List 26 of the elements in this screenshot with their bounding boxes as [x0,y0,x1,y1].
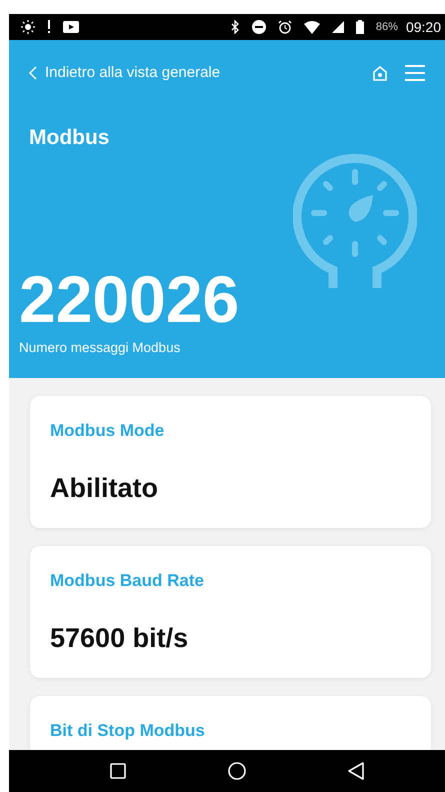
brightness-icon [21,20,35,34]
card-label: Modbus Baud Rate [50,570,205,592]
bluetooth-icon [230,20,240,34]
chevron-left-icon [29,66,37,80]
card-label: Modbus Mode [50,420,166,442]
video-icon [63,21,79,33]
card-value: Abilitato [50,472,159,504]
page-title: Modbus [29,124,110,150]
back-triangle-icon[interactable] [348,762,364,780]
home-icon[interactable] [373,66,387,81]
alert-icon [47,20,51,34]
card-label: Bit di Stop Modbus [50,720,206,742]
clock-time: 09:20 [406,18,441,36]
signal-icon [332,21,344,33]
battery-icon [356,20,364,34]
alarm-icon [278,20,292,34]
back-link[interactable]: Indietro alla vista generale [29,62,220,84]
card-value: 57600 bit/s [50,622,190,654]
menu-icon[interactable] [405,65,425,82]
battery-percentage: 86% [376,20,398,35]
recents-icon[interactable] [110,763,126,779]
message-count: 220026 [19,266,240,332]
home-circle-icon[interactable] [228,762,246,780]
wifi-icon [304,20,320,34]
message-count-label: Numero messaggi Modbus [19,339,182,357]
do-not-disturb-icon [252,20,266,34]
